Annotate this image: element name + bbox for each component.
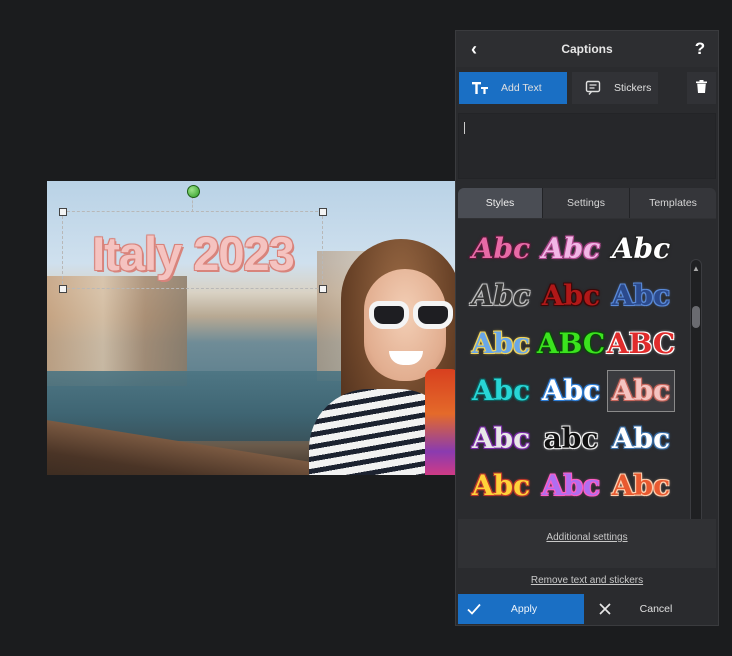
stickers-button[interactable]: Stickers: [572, 72, 658, 104]
tab-settings[interactable]: Settings: [543, 188, 630, 218]
tab-styles[interactable]: Styles: [458, 188, 543, 218]
style-thumbnail[interactable]: Abc: [608, 276, 674, 316]
text-icon: [467, 81, 493, 95]
caption-text-input[interactable]: [458, 113, 716, 179]
style-thumbnail-partial[interactable]: [468, 513, 534, 519]
panel-title: Captions: [561, 42, 613, 56]
style-thumbnail[interactable]: ABC: [607, 323, 675, 363]
close-icon: [595, 603, 615, 615]
photo-woman: [309, 239, 456, 475]
style-thumbnail[interactable]: Abc: [468, 371, 534, 411]
captions-panel: ‹ Captions ? Add Text Stickers Styles Se…: [455, 30, 719, 626]
resize-handle-bottom-left[interactable]: [59, 285, 67, 293]
style-thumbnail[interactable]: Abc: [538, 228, 604, 268]
delete-button[interactable]: [687, 72, 716, 104]
apply-button[interactable]: Apply: [458, 594, 584, 624]
style-thumbnail[interactable]: Abc: [608, 418, 674, 458]
styles-container: Styles Settings Templates Abc Abc Abc Abc Ab…: [458, 188, 716, 568]
style-thumbnail[interactable]: Abc: [607, 369, 675, 412]
check-icon: [464, 603, 484, 615]
style-thumbnail[interactable]: abc: [538, 418, 604, 458]
style-thumbnail[interactable]: Abc: [608, 228, 674, 268]
style-thumbnail[interactable]: Abc: [538, 466, 604, 506]
style-thumbnail[interactable]: Abc: [468, 466, 534, 506]
style-thumbnail-partial[interactable]: [608, 513, 674, 519]
remove-text-and-stickers-link[interactable]: Remove text and stickers: [456, 575, 718, 586]
style-thumbnail[interactable]: Abc: [538, 276, 604, 316]
panel-tabs: Styles Settings Templates: [458, 188, 716, 218]
style-thumbnail[interactable]: Abc: [608, 466, 674, 506]
tab-templates[interactable]: Templates: [630, 188, 716, 218]
style-thumbnail[interactable]: Abc: [468, 323, 534, 363]
add-text-label: Add Text: [501, 82, 542, 94]
style-thumbnail[interactable]: Abc: [468, 228, 534, 268]
apply-label: Apply: [510, 603, 538, 615]
style-thumbnail[interactable]: ABC: [537, 323, 605, 363]
photo-buildings-left: [47, 276, 187, 386]
style-thumbnail[interactable]: Abc: [538, 371, 604, 411]
sticker-icon: [580, 80, 606, 96]
rotation-handle[interactable]: [187, 185, 200, 198]
style-thumbnail[interactable]: Abc: [468, 276, 534, 316]
trash-icon: [696, 80, 707, 96]
help-icon[interactable]: ?: [690, 39, 710, 59]
cancel-label: Cancel: [639, 603, 673, 615]
stickers-label: Stickers: [614, 82, 652, 94]
style-thumbnail[interactable]: Abc: [468, 418, 534, 458]
cancel-button[interactable]: Cancel: [589, 594, 717, 624]
resize-handle-top-left[interactable]: [59, 208, 67, 216]
style-grid-scrollbar[interactable]: ▲ ▼: [690, 259, 702, 519]
rotation-handle-stem: [192, 196, 194, 212]
scroll-thumb[interactable]: [692, 306, 700, 328]
resize-handle-bottom-right[interactable]: [319, 285, 327, 293]
add-text-button[interactable]: Add Text: [459, 72, 567, 104]
style-grid: Abc Abc Abc Abc Abc Abc Abc ABC ABC Abc Abc Abc Abc a…: [458, 219, 716, 519]
text-caret: [464, 122, 465, 134]
style-thumbnail-partial[interactable]: [538, 513, 604, 519]
caption-selection-box[interactable]: [62, 211, 323, 289]
photo-sunglasses: [369, 301, 456, 331]
resize-handle-top-right[interactable]: [319, 208, 327, 216]
chevron-left-icon[interactable]: ‹: [464, 39, 484, 59]
photo-scarf: [425, 369, 456, 475]
caption-toolbar: Add Text Stickers: [458, 72, 716, 104]
scroll-up-icon[interactable]: ▲: [691, 262, 701, 274]
panel-header: ‹ Captions ?: [456, 31, 718, 67]
additional-settings-link[interactable]: Additional settings: [458, 532, 716, 543]
